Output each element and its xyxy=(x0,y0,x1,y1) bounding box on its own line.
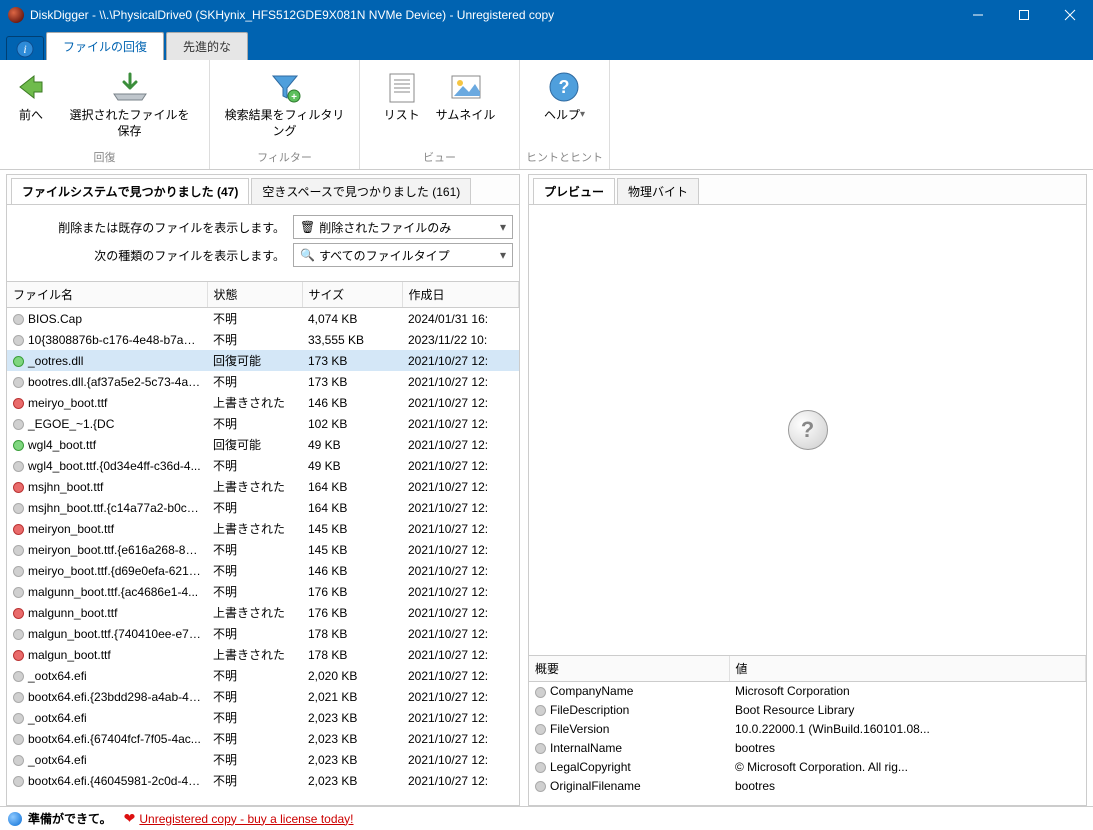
col-size[interactable]: サイズ xyxy=(302,282,402,308)
heart-icon: ❤ xyxy=(124,810,136,827)
table-row[interactable]: _EGOE_~1.{DC不明102 KB2021/10/27 12: xyxy=(7,413,519,434)
list-icon xyxy=(387,68,417,106)
tab-free-space-found[interactable]: 空きスペースで見つかりました (161) xyxy=(251,178,471,204)
ribbon: 前へ 選択されたファイルを保存 回復 + 検索結果をフィルタリング フィルター … xyxy=(0,60,1093,170)
filter-type-select[interactable]: 🔍すべてのファイルタイプ xyxy=(293,243,513,267)
col-prop-key[interactable]: 概要 xyxy=(529,656,729,682)
back-button[interactable]: 前へ xyxy=(6,64,56,144)
table-row[interactable]: meiryon_boot.ttf上書きされた145 KB2021/10/27 1… xyxy=(7,518,519,539)
maximize-button[interactable] xyxy=(1001,0,1047,30)
tab-preview[interactable]: プレビュー xyxy=(533,178,615,204)
close-button[interactable] xyxy=(1047,0,1093,30)
table-row[interactable]: _ootx64.efi不明2,023 KB2021/10/27 12: xyxy=(7,707,519,728)
tab-physical-bytes[interactable]: 物理バイト xyxy=(617,178,699,204)
back-arrow-icon xyxy=(14,68,48,106)
window-title: DiskDigger - \\.\PhysicalDrive0 (SKHynix… xyxy=(30,8,955,22)
col-state[interactable]: 状態 xyxy=(207,282,302,308)
svg-text:+: + xyxy=(291,92,297,103)
table-row[interactable]: malgun_boot.ttf.{740410ee-e7e...不明178 KB… xyxy=(7,623,519,644)
table-row[interactable]: _ootx64.efi不明2,020 KB2021/10/27 12: xyxy=(7,665,519,686)
properties-table[interactable]: 概要 値 CompanyNameMicrosoft CorporationFil… xyxy=(529,655,1086,805)
minimize-button[interactable] xyxy=(955,0,1001,30)
property-row[interactable]: InternalNamebootres xyxy=(529,739,1086,758)
table-row[interactable]: meiryo_boot.ttf.{d69e0efa-6219...不明146 K… xyxy=(7,560,519,581)
save-selected-button[interactable]: 選択されたファイルを保存 xyxy=(56,64,203,144)
table-row[interactable]: BIOS.Cap不明4,074 KB2024/01/31 16: xyxy=(7,308,519,330)
svg-text:i: i xyxy=(23,42,26,56)
property-row[interactable]: FileVersion10.0.22000.1 (WinBuild.160101… xyxy=(529,720,1086,739)
app-icon xyxy=(8,7,24,23)
help-button[interactable]: ? ヘルプ▾ xyxy=(536,64,593,144)
property-row[interactable]: LegalCopyright© Microsoft Corporation. A… xyxy=(529,758,1086,777)
preview-placeholder-icon: ? xyxy=(788,410,828,450)
table-row[interactable]: bootres.dll.{af37a5e2-5c73-4ab...不明173 K… xyxy=(7,371,519,392)
property-row[interactable]: CompanyNameMicrosoft Corporation xyxy=(529,682,1086,701)
ribbon-group-filter: フィルター xyxy=(210,147,359,169)
table-row[interactable]: _ootres.dll回復可能173 KB2021/10/27 12: xyxy=(7,350,519,371)
license-link[interactable]: Unregistered copy - buy a license today! xyxy=(139,812,353,826)
help-icon: ? xyxy=(547,68,581,106)
save-drive-icon xyxy=(110,68,150,106)
funnel-icon: + xyxy=(267,68,303,106)
statusbar: 準備ができて。 ❤ Unregistered copy - buy a lice… xyxy=(0,806,1093,830)
ribbon-group-recover: 回復 xyxy=(0,147,209,169)
ribbon-tabs: i ファイルの回復 先進的な xyxy=(0,30,1093,60)
tab-filesystem-found[interactable]: ファイルシステムで見つかりました (47) xyxy=(11,178,249,204)
svg-text:?: ? xyxy=(559,77,570,97)
filter-deleted-select[interactable]: 🗑削除されたファイルのみ xyxy=(293,215,513,239)
filter-type-label: 次の種類のファイルを表示します。 xyxy=(13,247,293,264)
table-row[interactable]: bootx64.efi.{46045981-2c0d-41...不明2,023 … xyxy=(7,770,519,791)
table-row[interactable]: msjhn_boot.ttf上書きされた164 KB2021/10/27 12: xyxy=(7,476,519,497)
view-thumbnail-button[interactable]: サムネイル xyxy=(428,64,504,144)
view-list-button[interactable]: リスト xyxy=(376,64,428,144)
property-row[interactable]: OriginalFilenamebootres xyxy=(529,777,1086,796)
col-date[interactable]: 作成日 xyxy=(402,282,519,308)
tab-advanced[interactable]: 先進的な xyxy=(166,32,248,60)
filter-button[interactable]: + 検索結果をフィルタリング xyxy=(215,64,355,144)
chevron-down-icon: ▾ xyxy=(580,108,585,121)
filter-deleted-label: 削除または既存のファイルを表示します。 xyxy=(13,219,293,236)
help-orb-button[interactable]: i xyxy=(6,36,44,60)
titlebar: DiskDigger - \\.\PhysicalDrive0 (SKHynix… xyxy=(0,0,1093,30)
col-name[interactable]: ファイル名 xyxy=(7,282,207,308)
results-pane: ファイルシステムで見つかりました (47) 空きスペースで見つかりました (16… xyxy=(6,174,520,806)
table-row[interactable]: 10{3808876b-c176-4e48-b7ae-0...不明33,555 … xyxy=(7,329,519,350)
table-row[interactable]: malgunn_boot.ttf.{ac4686e1-4...不明176 KB2… xyxy=(7,581,519,602)
table-row[interactable]: meiryon_boot.ttf.{e616a268-86...不明145 KB… xyxy=(7,539,519,560)
table-row[interactable]: wgl4_boot.ttf.{0d34e4ff-c36d-4...不明49 KB… xyxy=(7,455,519,476)
table-row[interactable]: bootx64.efi.{67404fcf-7f05-4ac...不明2,023… xyxy=(7,728,519,749)
thumbnail-icon xyxy=(449,68,483,106)
table-row[interactable]: bootx64.efi.{23bdd298-a4ab-43...不明2,021 … xyxy=(7,686,519,707)
table-row[interactable]: malgun_boot.ttf上書きされた178 KB2021/10/27 12… xyxy=(7,644,519,665)
ribbon-group-help: ヒントとヒント xyxy=(520,147,609,169)
results-table[interactable]: ファイル名 状態 サイズ 作成日 BIOS.Cap不明4,074 KB2024/… xyxy=(7,281,519,805)
table-row[interactable]: wgl4_boot.ttf回復可能49 KB2021/10/27 12: xyxy=(7,434,519,455)
status-ready: 準備ができて。 xyxy=(28,810,112,827)
ribbon-group-view: ビュー xyxy=(360,147,519,169)
table-row[interactable]: _ootx64.efi不明2,023 KB2021/10/27 12: xyxy=(7,749,519,770)
col-prop-value[interactable]: 値 xyxy=(729,656,1086,682)
property-row[interactable]: FileDescriptionBoot Resource Library xyxy=(529,701,1086,720)
status-dot-icon xyxy=(8,812,22,826)
preview-pane: プレビュー 物理バイト ? 概要 値 CompanyNameMicrosoft … xyxy=(528,174,1087,806)
table-row[interactable]: meiryo_boot.ttf上書きされた146 KB2021/10/27 12… xyxy=(7,392,519,413)
table-row[interactable]: msjhn_boot.ttf.{c14a77a2-b0c9...不明164 KB… xyxy=(7,497,519,518)
tab-file-recovery[interactable]: ファイルの回復 xyxy=(46,32,164,60)
table-row[interactable]: malgunn_boot.ttf上書きされた176 KB2021/10/27 1… xyxy=(7,602,519,623)
preview-area: ? xyxy=(529,205,1086,655)
